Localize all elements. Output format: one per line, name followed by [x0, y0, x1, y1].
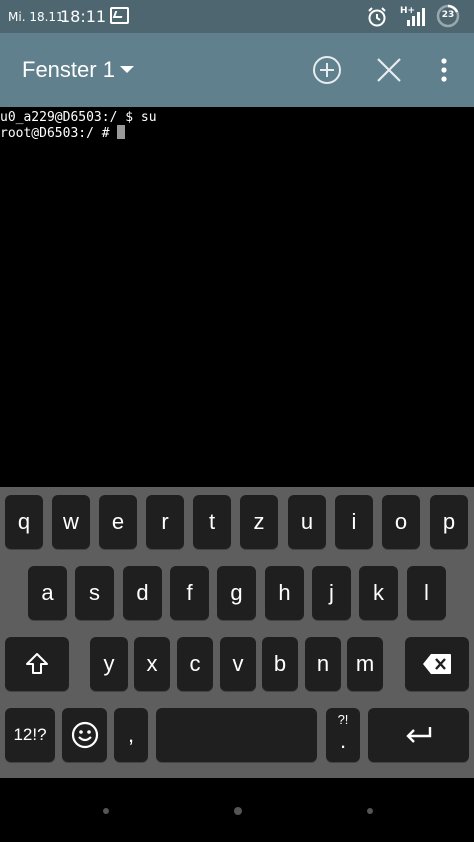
key-r[interactable]: r — [146, 495, 184, 549]
period-key-hint: ?! — [337, 712, 349, 727]
key-v[interactable]: v — [220, 637, 256, 691]
backspace-key[interactable] — [405, 637, 469, 691]
key-n[interactable]: n — [305, 637, 341, 691]
key-a[interactable]: a — [28, 566, 67, 620]
key-t[interactable]: t — [193, 495, 231, 549]
key-e[interactable]: e — [99, 495, 137, 549]
key-c[interactable]: c — [177, 637, 213, 691]
key-z[interactable]: z — [240, 495, 278, 549]
terminal-line: root@D6503:/ # — [0, 125, 474, 141]
status-date: Mi. 18.11. — [8, 10, 68, 24]
window-title[interactable]: Fenster 1 — [22, 57, 115, 83]
shift-icon — [26, 653, 48, 674]
key-x[interactable]: x — [134, 637, 170, 691]
signal-icon — [407, 8, 425, 26]
comma-key[interactable]: , — [114, 708, 148, 762]
emoji-key[interactable] — [62, 708, 107, 762]
alarm-icon — [368, 7, 386, 27]
text-cursor — [117, 125, 126, 139]
period-key[interactable]: ?! . — [326, 708, 360, 762]
terminal-prompt: root@D6503:/ # — [0, 126, 118, 141]
key-h[interactable]: h — [265, 566, 304, 620]
key-p[interactable]: p — [430, 495, 468, 549]
more-options-icon[interactable] — [432, 55, 456, 85]
status-bar: Mi. 18.11. 18:11 H+ 23 — [0, 0, 474, 33]
key-u[interactable]: u — [288, 495, 326, 549]
terminal-line: u0_a229@D6503:/ $ su — [0, 110, 157, 125]
key-y[interactable]: y — [90, 637, 128, 691]
nav-home-button[interactable] — [234, 807, 242, 815]
key-j[interactable]: j — [312, 566, 351, 620]
key-f[interactable]: f — [170, 566, 209, 620]
terminal-icon — [110, 7, 129, 24]
enter-key[interactable] — [368, 708, 469, 762]
status-time: 18:11 — [60, 7, 107, 26]
close-window-icon[interactable] — [374, 55, 404, 85]
enter-icon — [405, 727, 431, 743]
key-q[interactable]: q — [5, 495, 43, 549]
key-d[interactable]: d — [123, 566, 162, 620]
terminal-output[interactable]: u0_a229@D6503:/ $ su root@D6503:/ # — [0, 107, 474, 487]
key-o[interactable]: o — [382, 495, 420, 549]
backspace-icon — [423, 654, 451, 674]
key-i[interactable]: i — [335, 495, 373, 549]
key-s[interactable]: s — [75, 566, 114, 620]
key-w[interactable]: w — [52, 495, 90, 549]
space-key[interactable] — [156, 708, 317, 762]
add-window-icon[interactable] — [312, 55, 342, 85]
key-l[interactable]: l — [407, 566, 446, 620]
period-key-label: . — [339, 728, 347, 753]
emoji-icon — [71, 721, 98, 749]
dropdown-arrow-icon[interactable] — [120, 66, 134, 73]
nav-back-button[interactable] — [103, 808, 109, 814]
app-bar: Fenster 1 — [0, 33, 474, 107]
symbols-key[interactable]: 12!? — [5, 708, 55, 762]
key-b[interactable]: b — [262, 637, 298, 691]
nav-recents-button[interactable] — [367, 808, 373, 814]
navigation-bar — [0, 778, 474, 842]
soft-keyboard: q w e r t z u i o p a s d f g h j k l y … — [0, 487, 474, 778]
shift-key[interactable] — [5, 637, 69, 691]
battery-level: 23 — [441, 10, 455, 20]
key-m[interactable]: m — [347, 637, 383, 691]
key-k[interactable]: k — [359, 566, 398, 620]
key-g[interactable]: g — [217, 566, 256, 620]
